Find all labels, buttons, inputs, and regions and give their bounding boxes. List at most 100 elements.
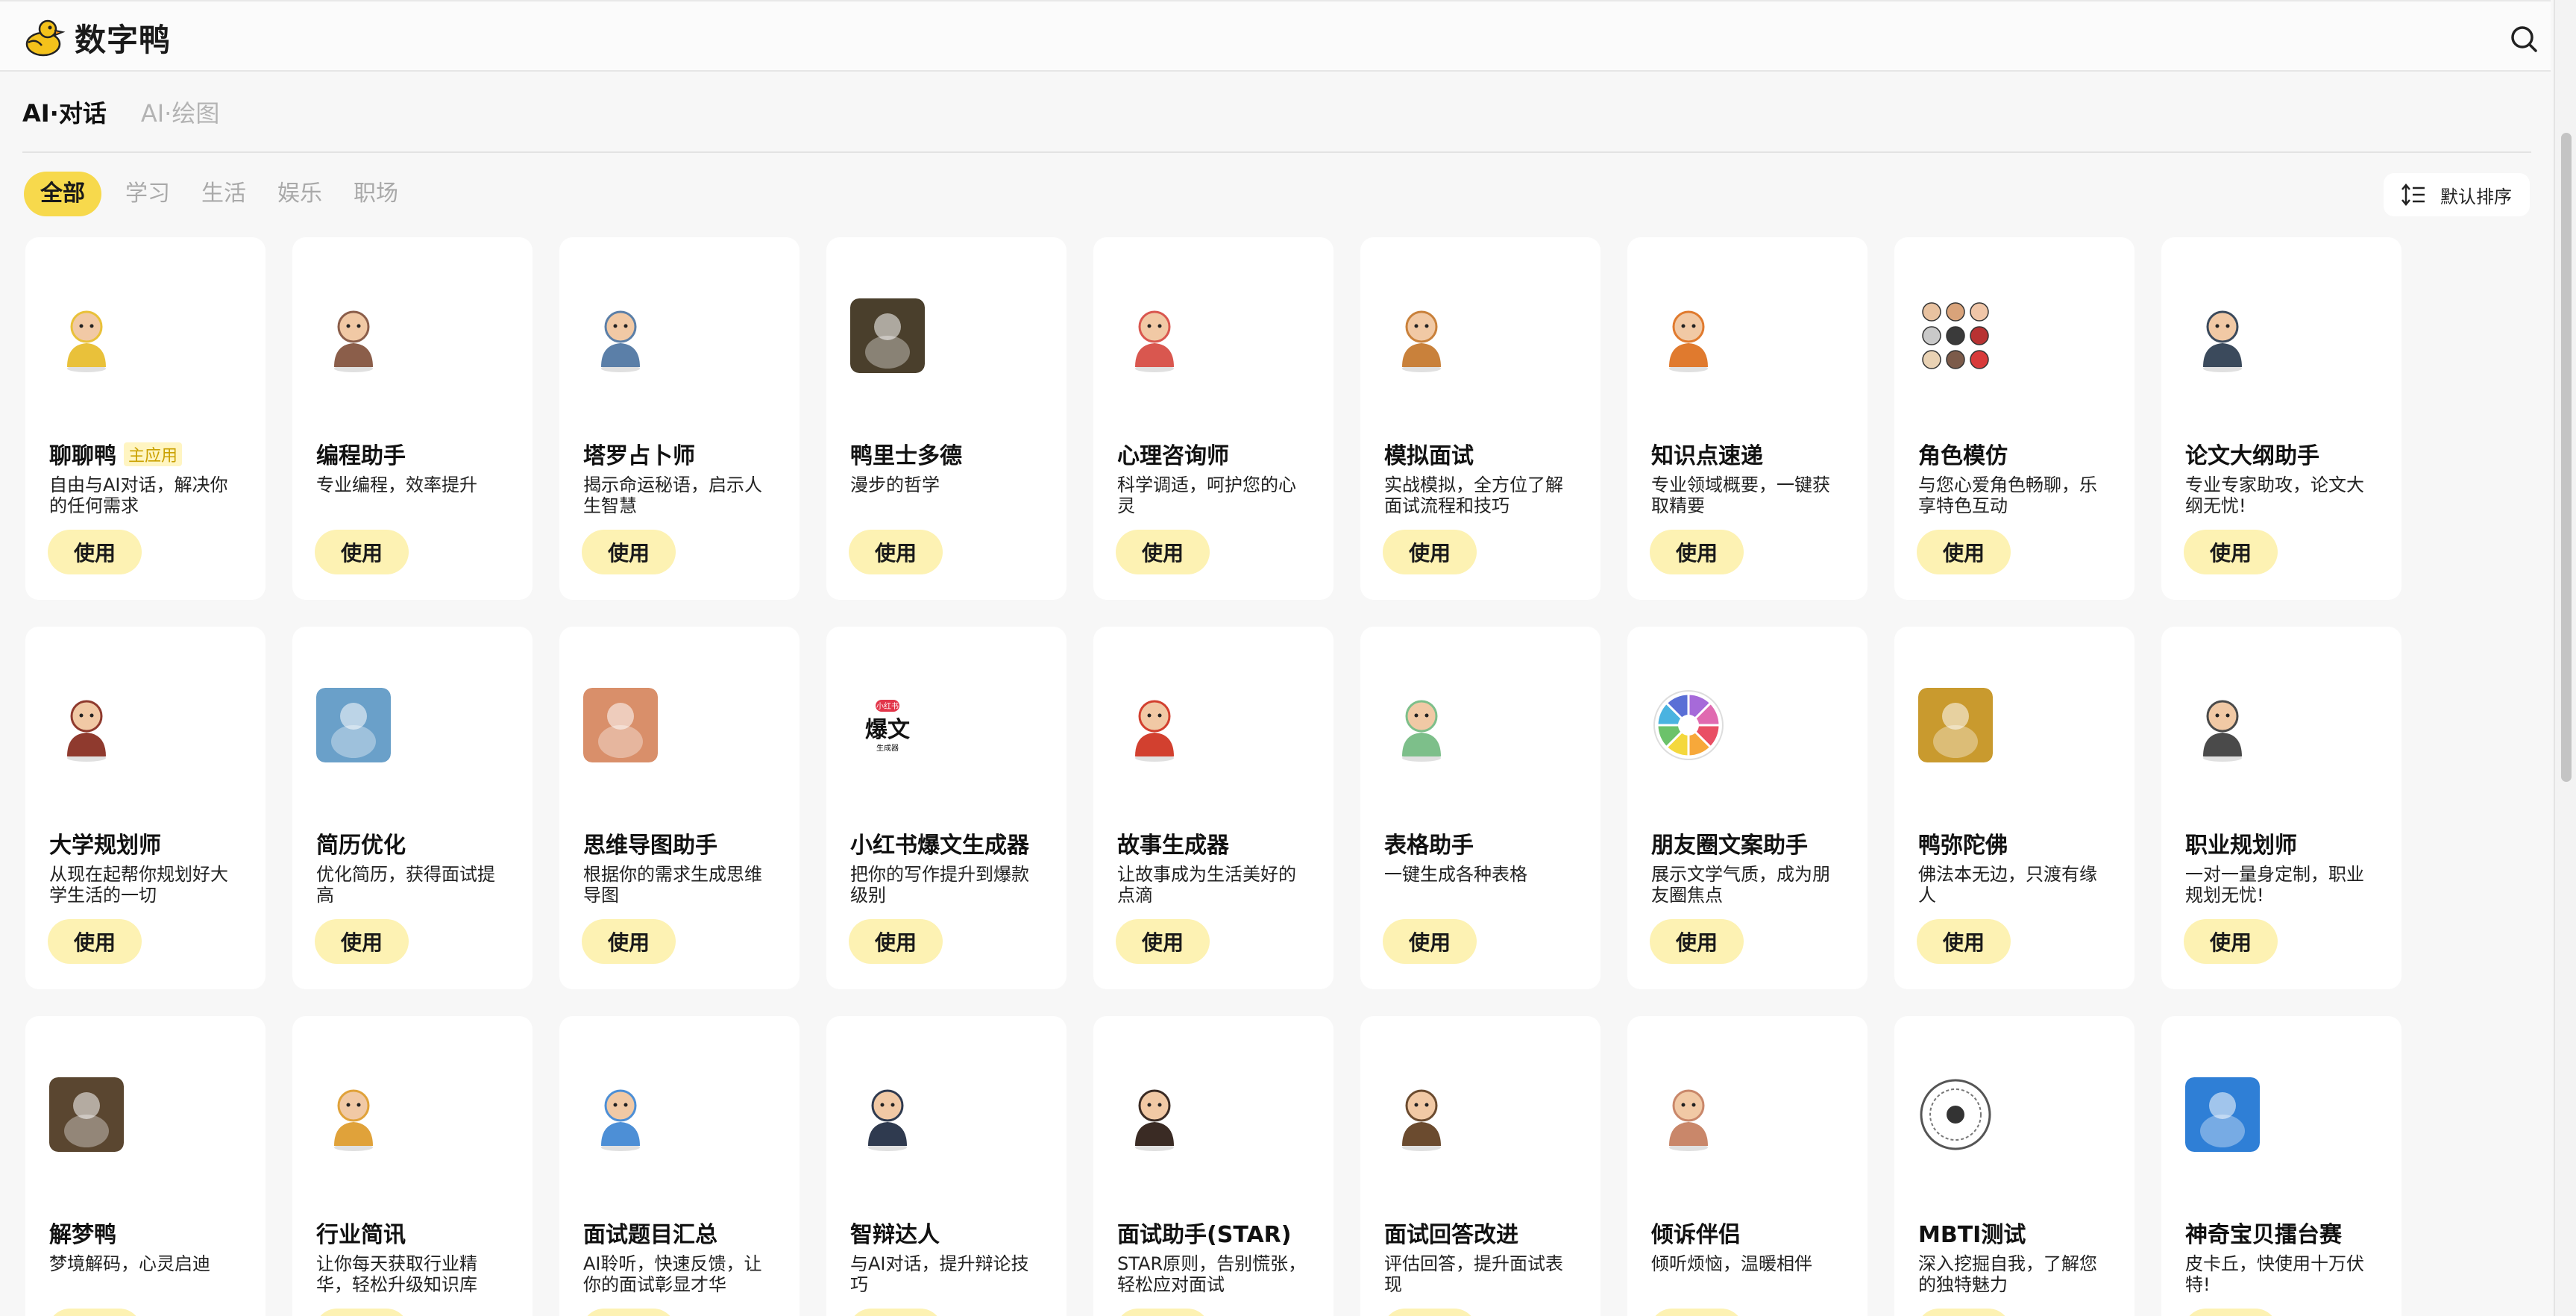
app-card[interactable]: MBTI测试深入挖掘自我，了解您的独特魅力使用 — [1894, 1016, 2134, 1316]
card-title: 模拟面试 — [1384, 437, 1474, 470]
use-button[interactable]: 使用 — [1116, 1309, 1210, 1316]
mind-tree-icon — [583, 688, 658, 762]
app-card[interactable]: 表格助手 一键生成各种表格 使用 — [1360, 627, 1600, 989]
use-button[interactable]: 使用 — [582, 919, 676, 964]
card-title-text: 表格助手 — [1384, 833, 1474, 859]
brand[interactable]: 数字鸭 — [21, 15, 171, 60]
card-title-text: 解梦鸭 — [49, 1222, 116, 1248]
app-card[interactable]: 塔罗占卜师 揭示命运秘语，启示人生智慧 使用 — [559, 237, 799, 600]
card-title: 表格助手 — [1384, 827, 1474, 859]
app-card[interactable]: 大学规划师 从现在起帮你规划好大学生活的一切 使用 — [25, 627, 266, 989]
use-button[interactable]: 使用 — [1116, 919, 1210, 964]
main-tabs: AI·对话 AI·绘图 — [22, 95, 219, 131]
app-card[interactable]: 朋友圈文案助手 展示文学气质，成为朋友圈焦点 使用 — [1627, 627, 1867, 989]
card-description: 专业专家助攻，论文大纲无忧! — [2185, 474, 2364, 516]
category-workplace[interactable]: 职场 — [346, 172, 406, 216]
card-description: 实战模拟，全方位了解面试流程和技巧 — [1384, 474, 1563, 516]
card-title-text: 角色模仿 — [1918, 443, 2008, 469]
resume-icon — [316, 688, 391, 762]
use-button[interactable]: 使用 — [849, 1309, 943, 1316]
use-button[interactable]: 使用 — [48, 1309, 142, 1316]
app-card[interactable]: 小红书 爆文 生成器 小红书爆文生成器 把你的写作提升到爆款级别 使用 — [826, 627, 1066, 989]
use-button[interactable]: 使用 — [582, 1309, 676, 1316]
duck-detective-icon — [67, 310, 106, 372]
use-button[interactable]: 使用 — [2184, 1309, 2278, 1316]
app-card[interactable]: 面试助手(STAR) STAR原则，告别慌张，轻松应对面试使用 — [1093, 1016, 1333, 1316]
app-card[interactable]: 鸭弥陀佛 佛法本无边，只渡有缘人 使用 — [1894, 627, 2134, 989]
tab-ai-chat[interactable]: AI·对话 — [22, 95, 107, 131]
use-button[interactable]: 使用 — [1917, 919, 2011, 964]
category-entertainment[interactable]: 娱乐 — [270, 172, 330, 216]
app-card[interactable]: 解梦鸭梦境解码，心灵启迪使用 — [25, 1016, 266, 1316]
use-button[interactable]: 使用 — [315, 919, 409, 964]
card-title: 鸭里士多德 — [850, 437, 962, 470]
use-button[interactable]: 使用 — [315, 1309, 409, 1316]
use-button[interactable]: 使用 — [48, 919, 142, 964]
app-card[interactable]: 智辩达人与AI对话，提升辩论技巧使用 — [826, 1016, 1066, 1316]
use-button[interactable]: 使用 — [1650, 919, 1744, 964]
use-button[interactable]: 使用 — [1383, 919, 1477, 964]
app-card[interactable]: 故事生成器 让故事成为生活美好的点滴 使用 — [1093, 627, 1333, 989]
use-button[interactable]: 使用 — [315, 530, 409, 574]
scrollbar[interactable] — [2554, 0, 2576, 1316]
category-life[interactable]: 生活 — [194, 172, 254, 216]
app-card[interactable]: 知识点速递 专业领域概要，一键获取精要 使用 — [1627, 237, 1867, 600]
counselor-icon — [1135, 310, 1174, 372]
philosopher-duck-icon — [850, 298, 925, 373]
app-card[interactable]: 聊聊鸭 主应用 自由与AI对话，解决你的任何需求 使用 — [25, 237, 266, 600]
programmer-icon — [334, 310, 373, 372]
app-card[interactable]: 心理咨询师 科学调适，呵护您的心灵 使用 — [1093, 237, 1333, 600]
app-card[interactable]: 简历优化 优化简历，获得面试提高 使用 — [292, 627, 533, 989]
use-button[interactable]: 使用 — [2184, 919, 2278, 964]
use-button[interactable]: 使用 — [1383, 530, 1477, 574]
category-all[interactable]: 全部 — [24, 172, 101, 216]
card-title: 行业简讯 — [316, 1216, 406, 1249]
search-icon[interactable] — [2507, 22, 2540, 55]
main-app-badge: 主应用 — [124, 442, 183, 466]
app-card[interactable]: 编程助手 专业编程，效率提升 使用 — [292, 237, 533, 600]
top-bar: 数字鸭 — [0, 0, 2551, 72]
app-card[interactable]: 模拟面试实战模拟，全方位了解面试流程和技巧 使用 — [1360, 237, 1600, 600]
app-card[interactable]: 面试回答改进评估回答，提升面试表现使用 — [1360, 1016, 1600, 1316]
category-study[interactable]: 学习 — [118, 172, 178, 216]
app-card[interactable]: 面试题目汇总 AI聆听，快速反馈，让你的面试彰显才华使用 — [559, 1016, 799, 1316]
card-title: 职业规划师 — [2185, 827, 2297, 859]
use-button[interactable]: 使用 — [1650, 1309, 1744, 1316]
card-title: 倾诉伴侣 — [1651, 1216, 1741, 1249]
use-button[interactable]: 使用 — [1917, 1309, 2011, 1316]
use-button[interactable]: 使用 — [582, 530, 676, 574]
use-button[interactable]: 使用 — [1650, 530, 1744, 574]
career-icon — [2203, 700, 2242, 762]
app-card[interactable]: 鸭里士多德 漫步的哲学 使用 — [826, 237, 1066, 600]
card-description: 梦境解码，心灵启迪 — [49, 1253, 210, 1274]
app-card[interactable]: 职业规划师 一对一量身定制，职业规划无忧! 使用 — [2161, 627, 2401, 989]
app-card[interactable]: 神奇宝贝擂台赛皮卡丘，快使用十万伏特! 使用 — [2161, 1016, 2401, 1316]
card-title: 论文大纲助手 — [2185, 437, 2319, 470]
use-button[interactable]: 使用 — [2184, 530, 2278, 574]
app-card[interactable]: 思维导图助手 根据你的需求生成思维导图 使用 — [559, 627, 799, 989]
app-card[interactable]: 倾诉伴侣倾听烦恼，温暖相伴使用 — [1627, 1016, 1867, 1316]
card-title-text: 面试回答改进 — [1384, 1222, 1518, 1248]
app-card[interactable]: 论文大纲助手专业专家助攻，论文大纲无忧! 使用 — [2161, 237, 2401, 600]
tab-ai-drawing[interactable]: AI·绘图 — [141, 95, 220, 131]
card-title-text: MBTI测试 — [1918, 1222, 2026, 1248]
card-title-text: 知识点速递 — [1651, 443, 1763, 469]
scrollbar-thumb[interactable] — [2561, 133, 2572, 782]
card-title-text: 论文大纲助手 — [2185, 443, 2319, 469]
card-title: 角色模仿 — [1918, 437, 2008, 470]
use-button[interactable]: 使用 — [1116, 530, 1210, 574]
svg-text:爆文: 爆文 — [865, 717, 910, 743]
card-title: 聊聊鸭 主应用 — [49, 437, 183, 470]
use-button[interactable]: 使用 — [1383, 1309, 1477, 1316]
use-button[interactable]: 使用 — [1917, 530, 2011, 574]
professor-icon — [2203, 310, 2242, 372]
app-card[interactable]: 行业简讯让你每天获取行业精华，轻松升级知识库使用 — [292, 1016, 533, 1316]
sort-button[interactable]: 默认排序 — [2384, 173, 2530, 216]
use-button[interactable]: 使用 — [849, 530, 943, 574]
card-title: 神奇宝贝擂台赛 — [2185, 1216, 2342, 1249]
app-card[interactable]: 角色模仿 与您心爱角色畅聊，乐享特色互动 使用 — [1894, 237, 2134, 600]
card-description: 让你每天获取行业精华，轻松升级知识库 — [316, 1253, 477, 1295]
card-title-text: 心理咨询师 — [1117, 443, 1229, 469]
use-button[interactable]: 使用 — [849, 919, 943, 964]
use-button[interactable]: 使用 — [48, 530, 142, 574]
